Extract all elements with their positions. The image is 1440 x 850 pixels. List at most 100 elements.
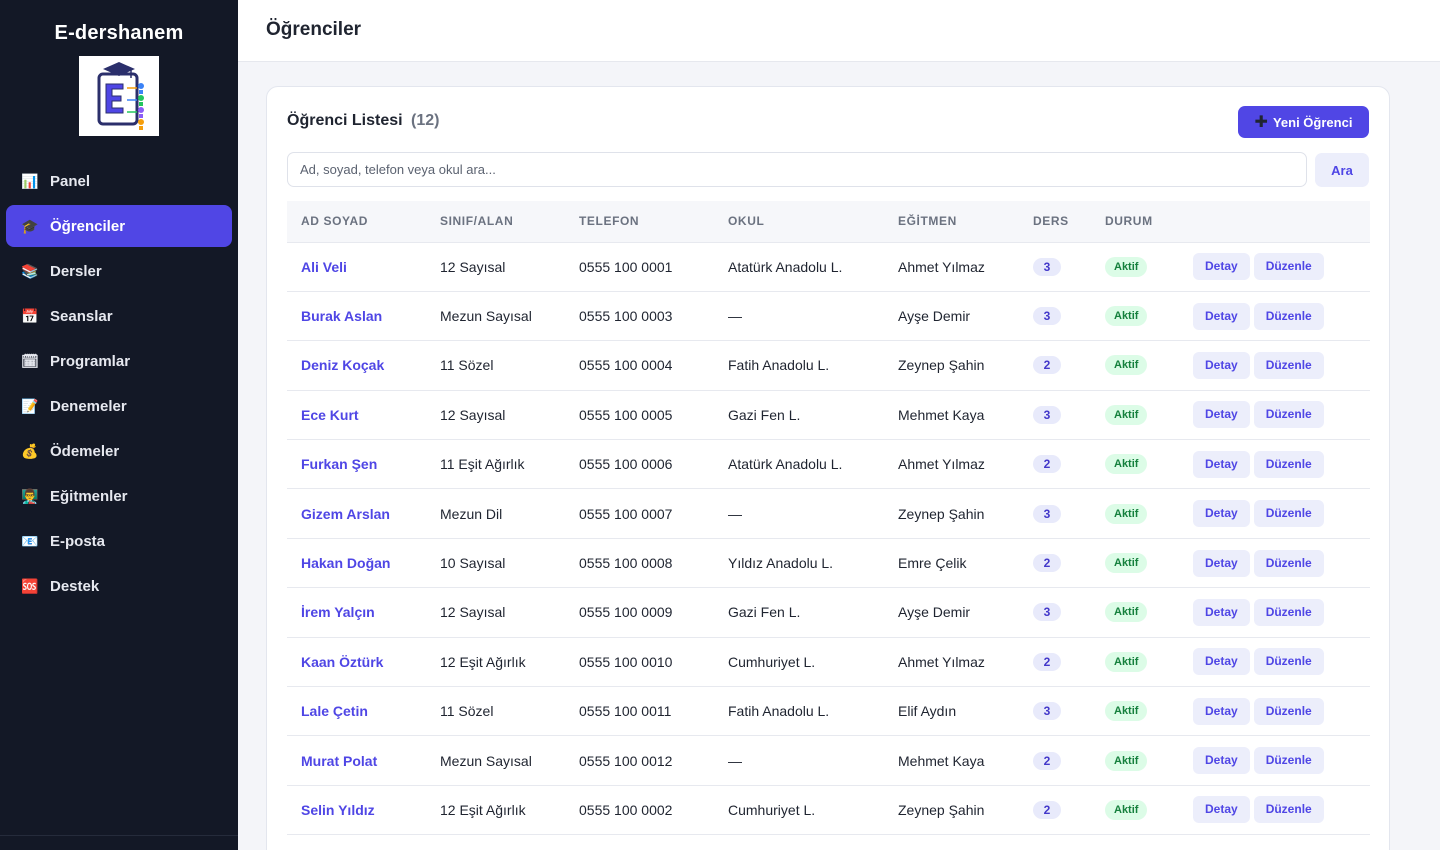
student-name-link[interactable]: Kaan Öztürk [287, 637, 426, 686]
search-input[interactable] [287, 152, 1307, 187]
detail-button[interactable]: Detay [1193, 598, 1250, 626]
detail-button[interactable]: Detay [1193, 697, 1250, 725]
detail-button[interactable]: Detay [1193, 302, 1250, 330]
search-button[interactable]: Ara [1315, 153, 1369, 187]
table-row[interactable]: Deniz Koçak 11 Sözel 0555 100 0004 Fatih An… [287, 341, 1370, 391]
class-cell: 12 Sayısal [440, 406, 506, 423]
edit-button[interactable]: Düzenle [1253, 796, 1324, 824]
student-name-link[interactable]: Selin Yıldız [287, 785, 426, 834]
lesson-count-cell: 2 [1019, 736, 1091, 785]
edit-button[interactable]: Düzenle [1253, 549, 1324, 577]
edit-button[interactable]: Düzenle [1253, 253, 1324, 281]
status-badge: Aktif [1105, 651, 1148, 672]
sidebar-item-label: Öğrenciler [50, 217, 126, 235]
class-cell: 11 Eşit Ağırlık [440, 456, 525, 473]
status-badge: Aktif [1105, 553, 1148, 574]
class-cell: 12 Eşit Ağırlık [440, 653, 526, 670]
column-header[interactable]: OKUL [714, 201, 884, 243]
sidebar-item-egitmenler[interactable]: 👨‍🏫 Eğitmenler [6, 475, 232, 517]
column-header[interactable]: SINIF/ALAN [426, 201, 565, 243]
sidebar-item-denemeler[interactable]: 📝 Denemeler [6, 385, 232, 427]
column-header[interactable]: DURUM [1091, 201, 1179, 243]
table-row[interactable]: Burak Aslan Mezun Sayısal 0555 100 0003 — Ay… [287, 291, 1370, 341]
new-student-button[interactable]: ✚ Yeni Öğrenci [1238, 106, 1369, 138]
detail-button[interactable]: Detay [1193, 500, 1250, 528]
teacher-cell: Mehmet Kaya [898, 752, 985, 769]
table-row[interactable]: İrem Yalçın 12 Sayısal 0555 100 0009 Gazi F… [287, 588, 1370, 638]
column-header[interactable]: EĞİTMEN [884, 201, 1019, 243]
status-badge: Aktif [1105, 750, 1148, 771]
sidebar-item-eposta[interactable]: 📧 E-posta [6, 520, 232, 562]
table-row[interactable]: Gizem Arslan Mezun Dil 0555 100 0007 — Zeyne… [287, 489, 1370, 539]
detail-button[interactable]: Detay [1193, 648, 1250, 676]
brand-logo[interactable] [79, 56, 159, 136]
edit-button[interactable]: Düzenle [1253, 500, 1324, 528]
column-header[interactable]: DERS [1019, 201, 1091, 243]
phone-cell: 0555 100 0006 [579, 456, 673, 473]
table-row[interactable]: Ece Kurt 12 Sayısal 0555 100 0005 Gazi Fen … [287, 390, 1370, 440]
lesson-count-cell: 3 [1019, 242, 1091, 291]
status-cell: Aktif [1091, 242, 1179, 291]
sidebar-item-dersler[interactable]: 📚 Dersler [6, 250, 232, 292]
edit-button[interactable]: Düzenle [1253, 648, 1324, 676]
detail-button[interactable]: Detay [1193, 351, 1250, 379]
phone-cell: 0555 100 0012 [579, 752, 673, 769]
student-name-link[interactable]: Murat Polat [287, 736, 426, 785]
lesson-count-cell: 2 [1019, 440, 1091, 489]
actions-cell: Detay Düzenle [1179, 785, 1370, 834]
sidebar-item-seanslar[interactable]: 📅 Seanslar [6, 295, 232, 337]
edit-button[interactable]: Düzenle [1253, 598, 1324, 626]
teacher-cell: Zeynep Şahin [898, 505, 985, 522]
status-badge: Aktif [1105, 503, 1148, 524]
school-cell: Atatürk Anadolu L. [728, 258, 843, 275]
table-row[interactable]: Furkan Şen 11 Eşit Ağırlık 0555 100 0006 At… [287, 440, 1370, 489]
edit-button[interactable]: Düzenle [1253, 747, 1324, 775]
table-row[interactable]: Lale Çetin 11 Sözel 0555 100 0011 Fatih Ana… [287, 687, 1370, 736]
schedule-icon: 🗓 [21, 352, 39, 369]
lesson-count-badge: 2 [1033, 652, 1061, 671]
student-name-link[interactable]: Hakan Doğan [287, 538, 426, 587]
student-name-link[interactable]: İrem Yalçın [287, 588, 426, 637]
sidebar-item-destek[interactable]: 🆘 Destek [6, 565, 232, 607]
detail-button[interactable]: Detay [1193, 401, 1250, 429]
student-name-link[interactable]: Burak Aslan [287, 291, 426, 340]
student-name-link[interactable]: Deniz Koçak [287, 341, 426, 390]
edit-button[interactable]: Düzenle [1253, 450, 1324, 478]
sidebar-item-ogrenciler[interactable]: 🎓 Öğrenciler [6, 205, 232, 247]
school-cell: Yıldız Anadolu L. [728, 555, 834, 572]
status-cell: Aktif [1091, 785, 1179, 834]
edit-button[interactable]: Düzenle [1253, 302, 1324, 330]
student-name-link[interactable]: Ece Kurt [287, 390, 426, 439]
table-row[interactable]: Kaan Öztürk 12 Eşit Ağırlık 0555 100 0010 C… [287, 637, 1370, 687]
detail-button[interactable]: Detay [1193, 747, 1250, 775]
edit-button[interactable]: Düzenle [1253, 351, 1324, 379]
table-row[interactable]: Ali Veli 12 Sayısal 0555 100 0001 Atatürk A… [287, 242, 1370, 292]
detail-button[interactable]: Detay [1193, 549, 1250, 577]
sidebar-item-programlar[interactable]: 🗓 Programlar [6, 340, 232, 382]
detail-button[interactable]: Detay [1193, 253, 1250, 281]
student-name-link[interactable]: Furkan Şen [287, 440, 426, 489]
student-name-link[interactable]: Gizem Arslan [287, 489, 426, 538]
column-header[interactable]: TELEFON [565, 201, 714, 243]
page-title: Öğrenciler [266, 19, 362, 40]
edit-button[interactable]: Düzenle [1253, 401, 1324, 429]
detail-button[interactable]: Detay [1193, 450, 1250, 478]
phone-cell: 0555 100 0005 [579, 406, 673, 423]
column-header[interactable]: AD SOYAD [287, 201, 426, 243]
table-row[interactable]: Hakan Doğan 10 Sayısal 0555 100 0008 Yıldız… [287, 538, 1370, 588]
table-row[interactable]: Selin Yıldız 12 Eşit Ağırlık 0555 100 0002… [287, 785, 1370, 835]
teacher-cell: Ayşe Demir [898, 604, 971, 621]
teacher-cell: Ayşe Demir [898, 308, 971, 325]
status-cell: Aktif [1091, 440, 1179, 489]
detail-button[interactable]: Detay [1193, 796, 1250, 824]
class-cell: 12 Sayısal [440, 604, 506, 621]
table-header-row: AD SOYAD SINIF/ALAN TELEFON OKUL EĞİTMEN… [287, 201, 1370, 243]
lesson-count-cell: 3 [1019, 687, 1091, 736]
table-row[interactable]: Murat Polat Mezun Sayısal 0555 100 0012 — Me… [287, 736, 1370, 786]
sidebar-item-panel[interactable]: 📊 Panel [6, 160, 232, 202]
student-name-link[interactable]: Lale Çetin [287, 687, 426, 736]
sidebar-item-odemeler[interactable]: 💰 Ödemeler [6, 430, 232, 472]
student-name-link[interactable]: Ali Veli [287, 242, 426, 291]
actions-cell: Detay Düzenle [1179, 341, 1370, 390]
edit-button[interactable]: Düzenle [1253, 697, 1324, 725]
